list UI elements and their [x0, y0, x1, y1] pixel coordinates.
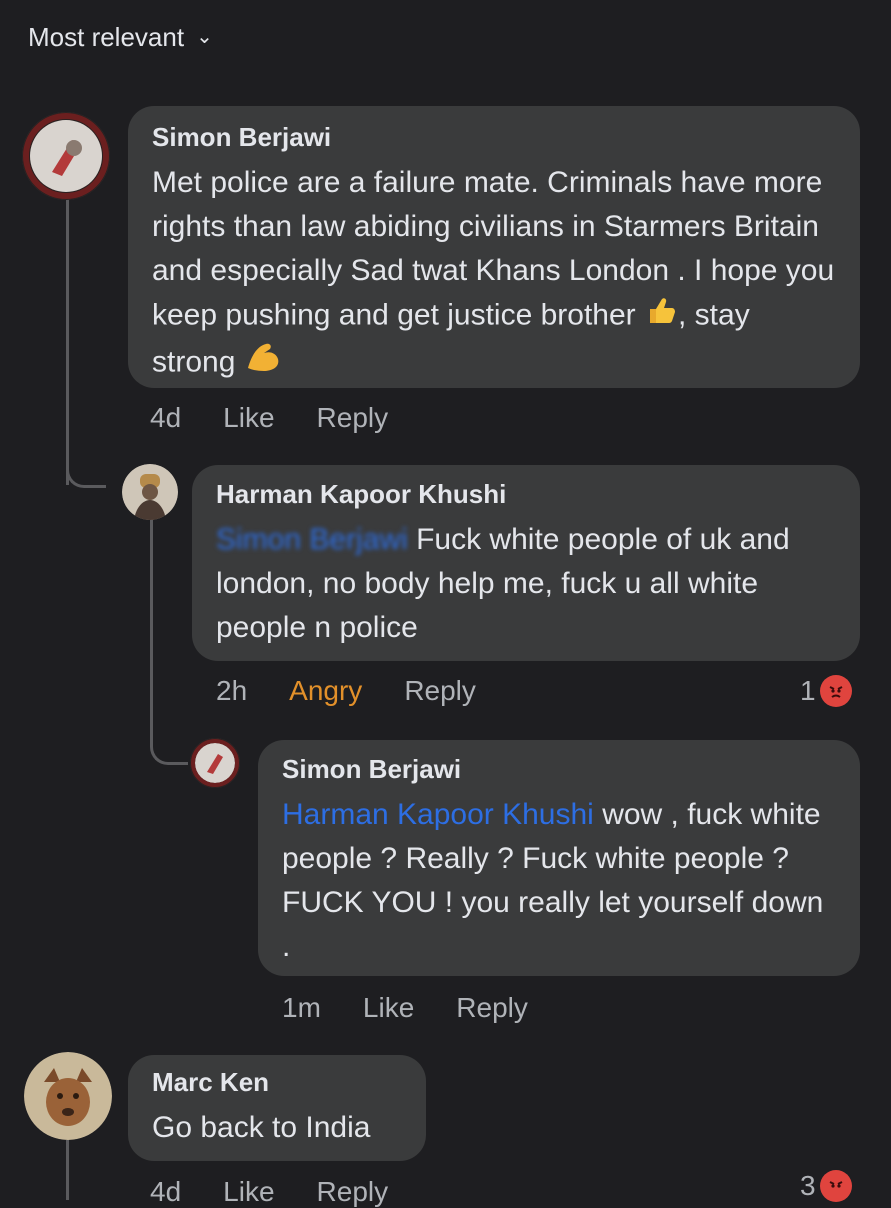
comment-time: 2h: [216, 675, 248, 706]
like-button[interactable]: Like: [223, 402, 274, 434]
comment-text: Simon Berjawi Fuck white people of uk an…: [216, 523, 790, 644]
thumbs-up-icon: [644, 293, 678, 340]
reply-button[interactable]: Reply: [317, 1176, 389, 1208]
comment-author[interactable]: Marc Ken: [152, 1067, 402, 1098]
angry-face-icon: [819, 1170, 852, 1202]
comment-time: 4d: [150, 1176, 182, 1207]
thread-line: [150, 520, 153, 740]
avatar[interactable]: [22, 112, 110, 200]
comment-bubble: Simon Berjawi Harman Kapoor Khushi wow ,…: [258, 740, 860, 976]
angry-face-icon: [819, 675, 852, 707]
chevron-down-icon: ⌄: [196, 26, 213, 48]
thread-line: [66, 1140, 69, 1200]
comment-text: Met police are a failure mate. Criminals…: [152, 161, 836, 387]
flexed-biceps-icon: [244, 340, 282, 387]
comment-actions: 4d Like Reply: [150, 1176, 388, 1208]
comment-bubble: Marc Ken Go back to India: [128, 1055, 426, 1161]
reply-button[interactable]: Reply: [404, 675, 476, 707]
comment-bubble: Harman Kapoor Khushi Simon Berjawi Fuck …: [192, 465, 860, 661]
mention-link[interactable]: Harman Kapoor Khushi: [282, 798, 594, 831]
reaction-count[interactable]: 3: [800, 1170, 852, 1202]
sort-label: Most relevant: [28, 22, 185, 52]
comment-actions: 2h Angry Reply: [216, 675, 476, 707]
avatar[interactable]: [190, 738, 240, 788]
like-button[interactable]: Like: [223, 1176, 274, 1208]
comment-author[interactable]: Simon Berjawi: [282, 754, 836, 785]
avatar[interactable]: [24, 1052, 112, 1140]
sort-dropdown[interactable]: Most relevant ⌄: [28, 22, 213, 53]
avatar[interactable]: [122, 464, 178, 520]
comment-author[interactable]: Harman Kapoor Khushi: [216, 479, 836, 510]
thread-connector: [66, 455, 106, 488]
reply-button[interactable]: Reply: [456, 992, 528, 1024]
comment-time: 4d: [150, 402, 182, 433]
comment-author[interactable]: Simon Berjawi: [152, 122, 836, 153]
reply-button[interactable]: Reply: [317, 402, 389, 434]
like-button[interactable]: Like: [363, 992, 414, 1024]
angry-reaction-button[interactable]: Angry: [289, 675, 362, 707]
mention-link[interactable]: Simon Berjawi: [216, 523, 408, 556]
comment-actions: 1m Like Reply: [282, 992, 528, 1024]
thread-line: [66, 190, 69, 485]
comment-text: Go back to India: [152, 1111, 371, 1144]
reaction-count[interactable]: 1: [800, 675, 852, 707]
comment-actions: 4d Like Reply: [150, 402, 388, 434]
comment-time: 1m: [282, 992, 321, 1023]
comment-bubble: Simon Berjawi Met police are a failure m…: [128, 106, 860, 388]
comment-text: Harman Kapoor Khushi wow , fuck white pe…: [282, 798, 824, 963]
thread-connector: [150, 730, 188, 765]
